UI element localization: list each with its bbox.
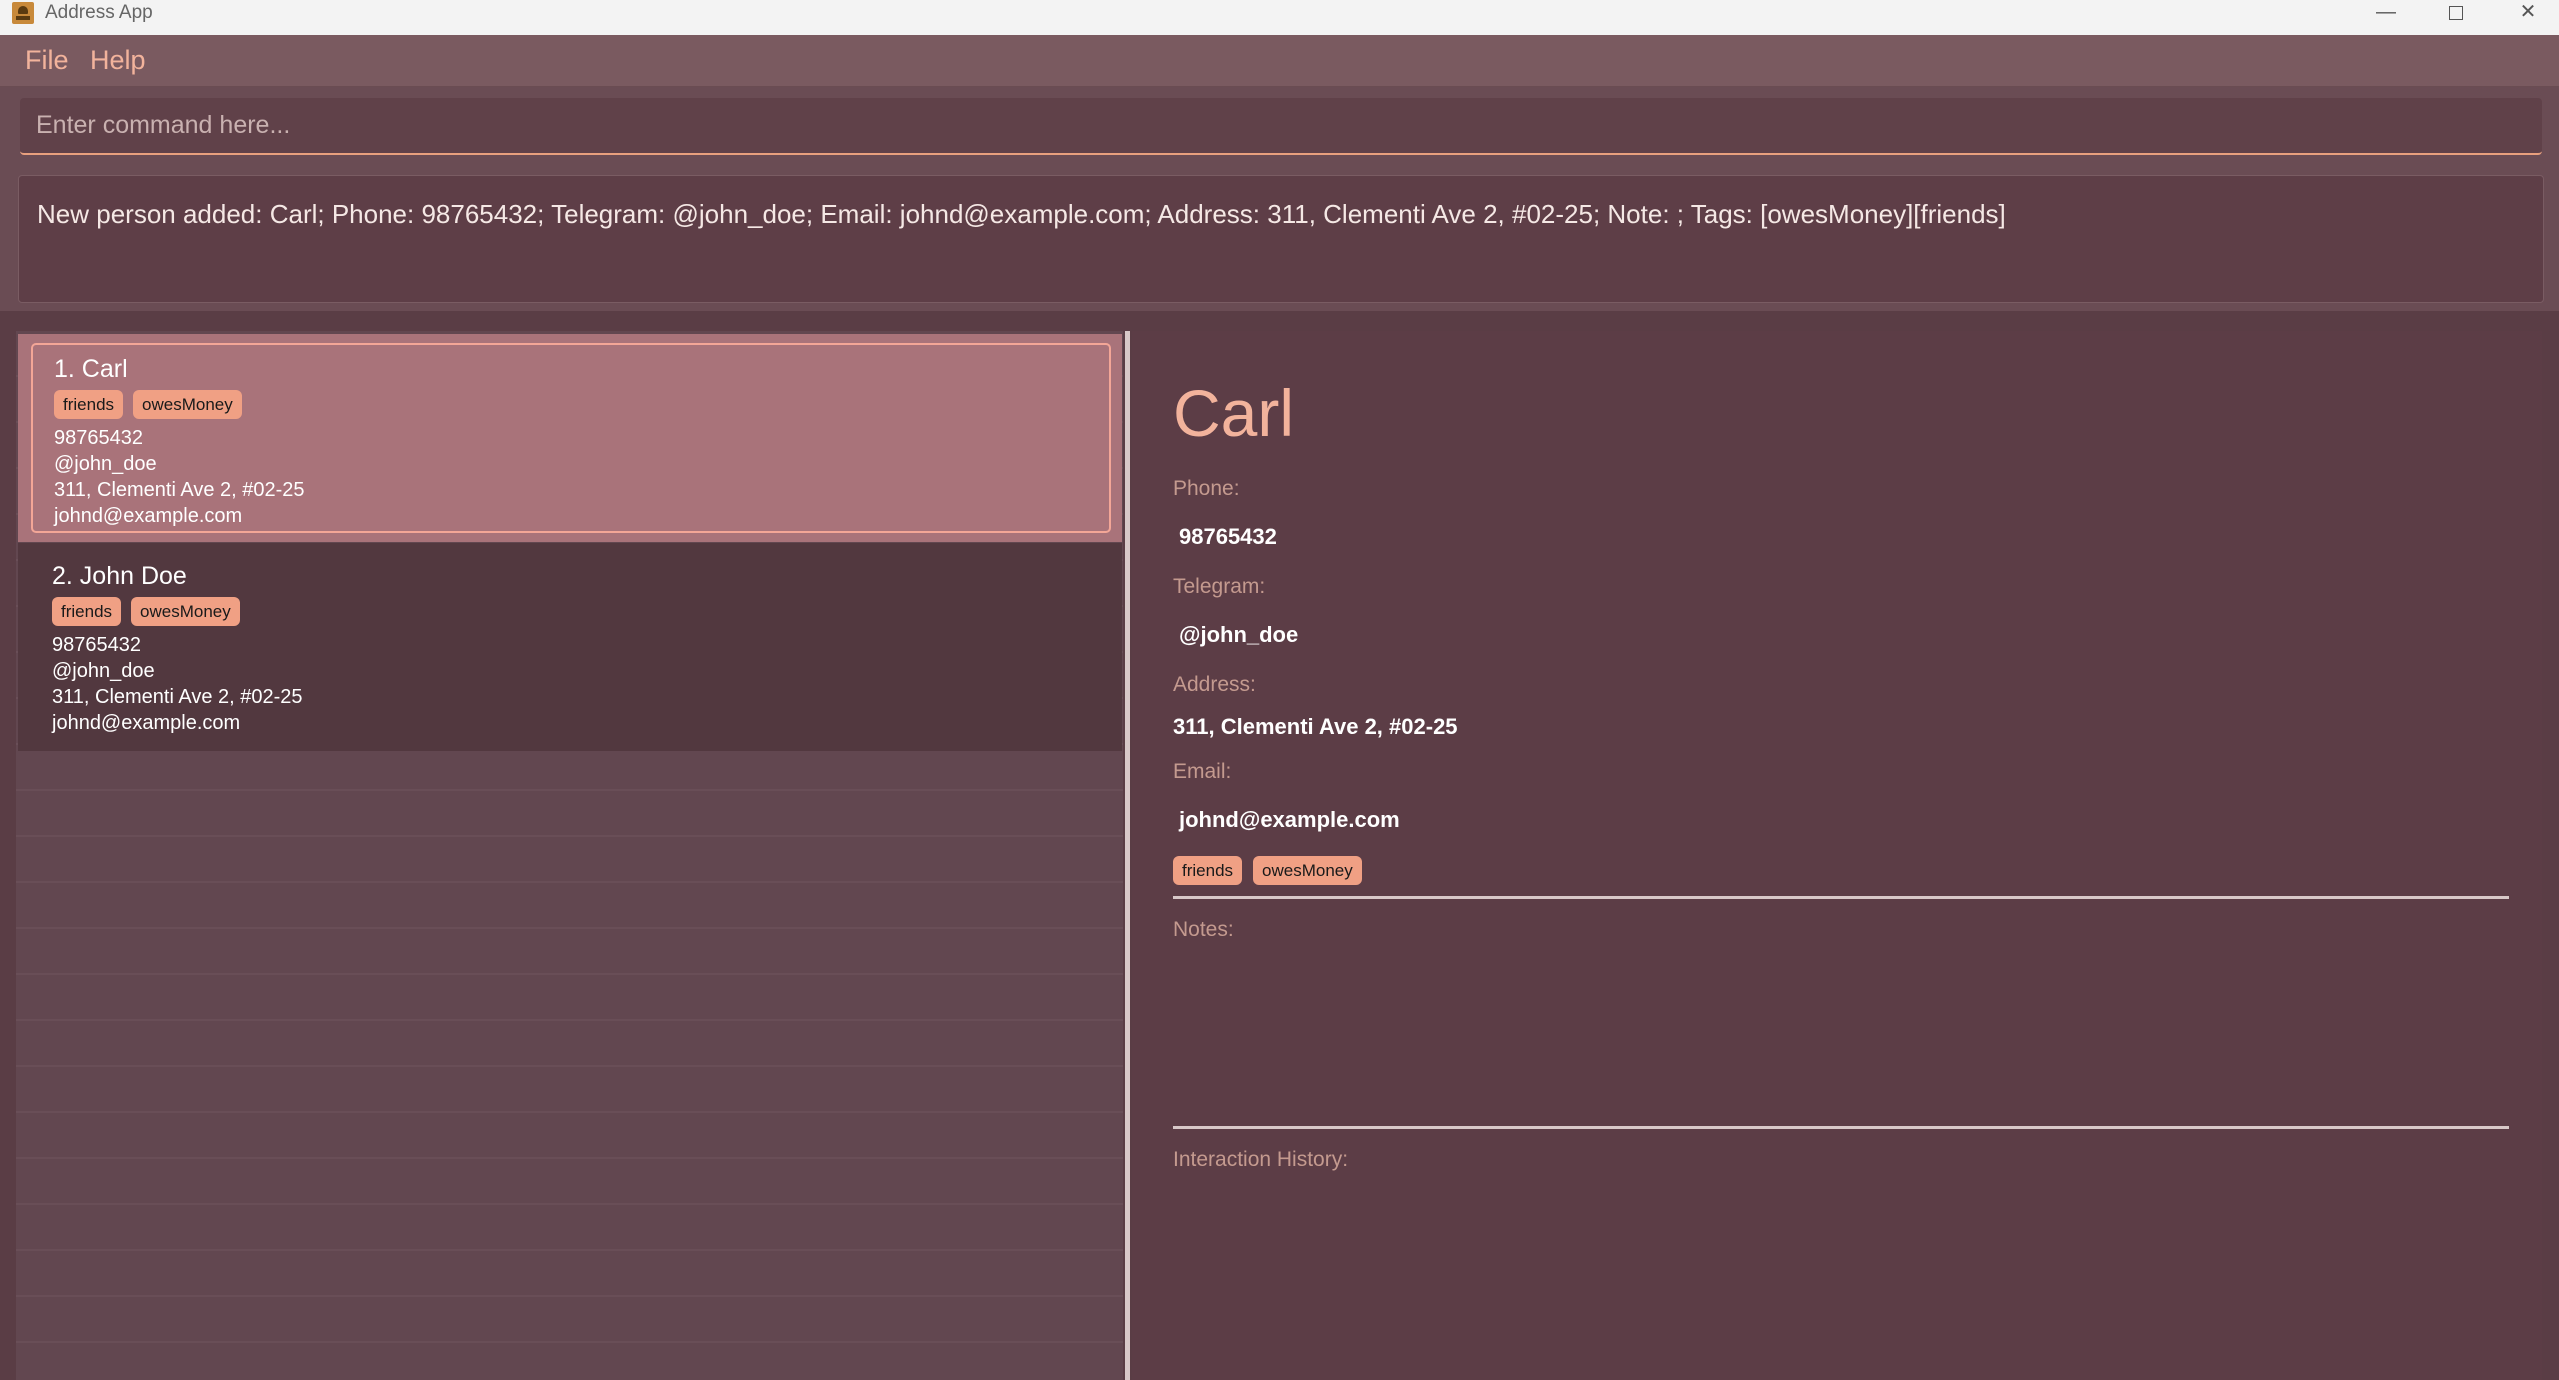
separator [1173, 896, 2509, 899]
tag: owesMoney [1253, 856, 1362, 885]
detail-tag-list: friends owesMoney [1173, 856, 1362, 885]
maximize-icon [2449, 5, 2463, 20]
person-name: 1. Carl [54, 355, 128, 383]
phone-label: Phone: [1173, 477, 1240, 500]
tag: friends [52, 597, 122, 626]
notes-label: Notes: [1173, 918, 1234, 941]
person-detail-panel: Carl Phone: 98765432 Telegram: @john_doe… [1132, 331, 2542, 1380]
tag: owesMoney [133, 390, 242, 419]
person-email: johnd@example.com [52, 712, 241, 734]
split-divider[interactable] [1125, 331, 1130, 1380]
menu-file[interactable]: File [25, 45, 69, 75]
tag-list: friends owesMoney [52, 597, 240, 626]
window-title: Address App [45, 2, 153, 23]
tag: owesMoney [131, 597, 240, 626]
email-value: johnd@example.com [1179, 807, 1400, 832]
person-card-2[interactable]: 2. John Doe friends owesMoney 98765432 @… [18, 543, 1122, 751]
minimize-button[interactable]: — [2366, 0, 2406, 24]
detail-name: Carl [1173, 376, 1295, 450]
result-display[interactable]: New person added: Carl; Phone: 98765432;… [18, 175, 2544, 303]
address-value: 311, Clementi Ave 2, #02-25 [1173, 714, 1458, 739]
maximize-button[interactable] [2436, 0, 2476, 24]
email-label: Email: [1173, 760, 1232, 783]
menu-bar: File Help [0, 35, 2559, 87]
command-input[interactable] [20, 98, 2542, 155]
telegram-label: Telegram: [1173, 575, 1266, 598]
person-telegram: @john_doe [52, 660, 155, 682]
app-icon [12, 2, 34, 24]
person-name: 2. John Doe [52, 562, 187, 590]
person-phone: 98765432 [52, 634, 141, 656]
person-list[interactable]: 1. Carl friends owesMoney 98765432 @john… [16, 331, 1123, 1380]
person-address: 311, Clementi Ave 2, #02-25 [54, 479, 305, 501]
tag: friends [1173, 856, 1243, 885]
tag: friends [54, 390, 124, 419]
person-email: johnd@example.com [54, 505, 243, 527]
interaction-history-label: Interaction History: [1173, 1148, 1349, 1171]
phone-value: 98765432 [1179, 524, 1277, 549]
person-address: 311, Clementi Ave 2, #02-25 [52, 686, 303, 708]
address-label: Address: [1173, 673, 1256, 696]
close-button[interactable]: ✕ [2508, 0, 2548, 24]
menu-help[interactable]: Help [90, 45, 146, 75]
tag-list: friends owesMoney [54, 390, 242, 419]
command-box [0, 87, 2559, 165]
telegram-value: @john_doe [1179, 622, 1299, 647]
result-display-container: New person added: Carl; Phone: 98765432;… [0, 165, 2559, 311]
person-telegram: @john_doe [54, 453, 157, 475]
person-phone: 98765432 [54, 427, 143, 449]
title-bar: Address App — ✕ [0, 0, 2559, 35]
person-card-1[interactable]: 1. Carl friends owesMoney 98765432 @john… [18, 334, 1122, 542]
separator [1173, 1126, 2509, 1129]
